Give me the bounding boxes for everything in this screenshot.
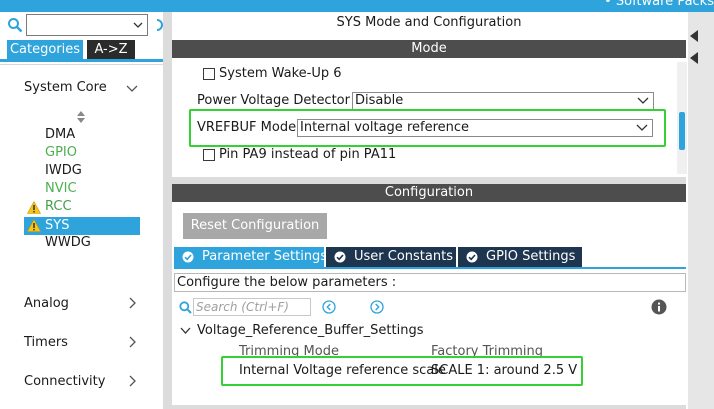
chevron-right-icon[interactable] bbox=[126, 297, 138, 309]
sidebar-item-rcc[interactable]: RCC bbox=[45, 198, 72, 216]
sort-icon[interactable] bbox=[77, 111, 85, 123]
sidebar-item-iwdg[interactable]: IWDG bbox=[45, 162, 82, 180]
vrefbuf-mode-select[interactable]: Internal voltage reference bbox=[297, 119, 653, 137]
section-connectivity[interactable]: Connectivity bbox=[24, 374, 105, 392]
next-result-icon[interactable] bbox=[370, 300, 384, 314]
info-icon[interactable] bbox=[651, 299, 667, 315]
scrollbar-thumb[interactable] bbox=[679, 112, 685, 150]
tab-label: GPIO Settings bbox=[486, 249, 576, 264]
tab-user-constants[interactable]: User Constants bbox=[326, 247, 456, 267]
chevron-down-icon[interactable] bbox=[636, 123, 648, 133]
chevron-right-icon[interactable] bbox=[126, 375, 138, 387]
divider bbox=[0, 64, 163, 65]
panel-splitter[interactable] bbox=[163, 12, 172, 409]
chevron-down-icon[interactable] bbox=[132, 19, 144, 31]
right-collapsed-panel bbox=[688, 12, 714, 409]
tab-label: User Constants bbox=[354, 249, 453, 264]
vrefbuf-label: VREFBUF Mode bbox=[197, 120, 297, 135]
collapse-arrow-icon[interactable] bbox=[690, 52, 698, 64]
chevron-down-icon[interactable] bbox=[637, 96, 649, 106]
section-analog[interactable]: Analog bbox=[24, 296, 69, 314]
configuration-header: Configuration bbox=[172, 184, 686, 202]
parameter-group-title[interactable]: Voltage_Reference_Buffer_Settings bbox=[197, 323, 424, 338]
warning-icon bbox=[27, 201, 41, 214]
sidebar-item-wwdg[interactable]: WWDG bbox=[45, 234, 91, 252]
top-banner: • Software Packs bbox=[0, 0, 714, 12]
tab-label: Parameter Settings bbox=[202, 249, 328, 264]
search-icon[interactable] bbox=[7, 17, 23, 33]
config-tab-bar: Parameter Settings User Constants GPIO S… bbox=[174, 247, 686, 269]
tab-categories[interactable]: Categories bbox=[7, 40, 83, 59]
check-circle-icon bbox=[182, 251, 194, 263]
sidebar-item-label: SYS bbox=[45, 218, 70, 233]
sidebar-item-dma[interactable]: DMA bbox=[45, 126, 75, 144]
pvd-select-value: Disable bbox=[355, 93, 404, 108]
pvd-select[interactable]: Disable bbox=[352, 92, 654, 110]
software-packs-menu[interactable]: • Software Packs bbox=[604, 0, 714, 9]
parameters-caption: Configure the below parameters : bbox=[174, 273, 686, 292]
categories-panel: Categories A->Z System Core DMA GPIO IWD… bbox=[0, 12, 163, 409]
tab-a-to-z[interactable]: A->Z bbox=[87, 40, 135, 59]
sidebar-item-gpio[interactable]: GPIO bbox=[45, 144, 77, 162]
pa9-checkbox[interactable] bbox=[203, 149, 215, 161]
collapse-arrow-icon[interactable] bbox=[690, 30, 698, 42]
check-circle-icon bbox=[334, 251, 346, 263]
pvd-label: Power Voltage Detector In bbox=[197, 93, 367, 108]
previous-result-icon[interactable] bbox=[322, 300, 336, 314]
wakeup6-checkbox[interactable] bbox=[203, 68, 215, 80]
mode-scrollbar[interactable] bbox=[677, 62, 687, 174]
category-search-combo[interactable] bbox=[26, 14, 148, 36]
vrefbuf-select-value: Internal voltage reference bbox=[300, 120, 470, 135]
reset-configuration-button[interactable]: Reset Configuration bbox=[183, 213, 327, 239]
param-scale-value[interactable]: SCALE 1: around 2.5 V bbox=[431, 363, 577, 378]
pa9-label: Pin PA9 instead of pin PA11 bbox=[219, 147, 397, 162]
tab-parameter-settings[interactable]: Parameter Settings bbox=[174, 247, 328, 267]
search-icon[interactable] bbox=[179, 301, 192, 314]
section-system-core[interactable]: System Core bbox=[24, 80, 107, 98]
tab-gpio-settings[interactable]: GPIO Settings bbox=[458, 247, 582, 267]
parameter-search-input[interactable]: Search (Ctrl+F) bbox=[193, 298, 311, 316]
param-scale-label: Internal Voltage reference scale bbox=[239, 363, 446, 378]
page-title: SYS Mode and Configuration bbox=[336, 15, 522, 30]
chevron-down-icon[interactable] bbox=[126, 82, 138, 94]
check-circle-icon bbox=[466, 251, 478, 263]
sidebar-item-nvic[interactable]: NVIC bbox=[45, 180, 77, 198]
category-tab-bar: Categories A->Z bbox=[0, 40, 163, 62]
warning-icon bbox=[27, 219, 41, 232]
chevron-down-icon[interactable] bbox=[180, 326, 191, 336]
mode-header: Mode bbox=[172, 40, 686, 58]
sidebar-item-sys[interactable]: SYS bbox=[24, 217, 140, 235]
chevron-right-icon[interactable] bbox=[126, 336, 138, 348]
search-placeholder: Search (Ctrl+F) bbox=[196, 300, 289, 314]
wakeup6-label: System Wake-Up 6 bbox=[219, 66, 342, 81]
section-timers[interactable]: Timers bbox=[24, 335, 68, 353]
panel-splitter[interactable] bbox=[172, 177, 686, 184]
divider bbox=[172, 405, 686, 409]
